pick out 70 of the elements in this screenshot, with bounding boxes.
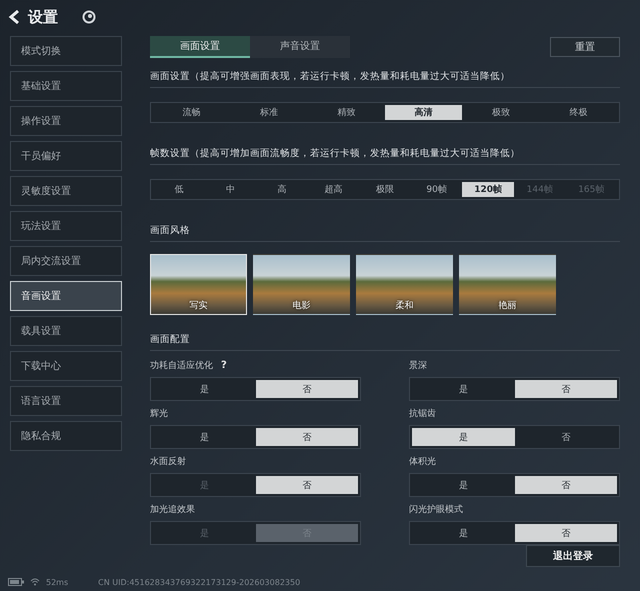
- frame-rate-option[interactable]: 高: [256, 182, 308, 197]
- toggle-option[interactable]: 否: [514, 476, 617, 494]
- quality-option[interactable]: 标准: [230, 105, 308, 120]
- sidebar-item[interactable]: 模式切换: [10, 36, 122, 66]
- toggle-option[interactable]: 是: [412, 476, 514, 494]
- tab[interactable]: 画面设置: [150, 36, 250, 58]
- sidebar-item[interactable]: 干员偏好: [10, 141, 122, 171]
- sidebar-item[interactable]: 灵敏度设置: [10, 176, 122, 206]
- logout-button[interactable]: 退出登录: [526, 545, 620, 567]
- section-title: 画面风格: [150, 218, 620, 242]
- style-thumbnail[interactable]: 电影: [253, 254, 350, 315]
- quality-option[interactable]: 高清: [384, 105, 462, 120]
- toggle-option[interactable]: 否: [514, 428, 617, 446]
- toggle-option[interactable]: 否: [514, 524, 617, 542]
- wifi-icon: [30, 578, 40, 586]
- setting-label: 加光追效果: [150, 504, 195, 516]
- style-label: 电影: [292, 300, 310, 312]
- sidebar-item[interactable]: 语言设置: [10, 386, 122, 416]
- sidebar-item[interactable]: 基础设置: [10, 71, 122, 101]
- help-icon[interactable]: ?: [221, 360, 227, 370]
- setting-label: 体积光: [409, 456, 436, 468]
- toggle-option[interactable]: 否: [256, 428, 358, 446]
- setting-label: 辉光: [150, 408, 168, 420]
- frame-rate-option[interactable]: 极限: [359, 182, 411, 197]
- frame-rate-option[interactable]: 低: [153, 182, 205, 197]
- sidebar-item[interactable]: 音画设置: [10, 281, 122, 311]
- toggle-option[interactable]: 是: [412, 380, 514, 398]
- ping-text: 52ms: [46, 578, 68, 586]
- toggle-option[interactable]: 是: [412, 428, 514, 446]
- emblem-icon: [82, 10, 96, 24]
- style-thumbnail[interactable]: 写实: [150, 254, 247, 315]
- setting-label: 景深: [409, 360, 427, 372]
- section-title: 画面设置（提高可增强画面表现，若运行卡顿，发热量和耗电量过大可适当降低）: [150, 64, 620, 88]
- sidebar-item[interactable]: 局内交流设置: [10, 246, 122, 276]
- style-thumbnail[interactable]: 柔和: [356, 254, 453, 315]
- setting-label: 功耗自适应优化: [150, 360, 213, 372]
- back-icon[interactable]: [8, 10, 20, 24]
- setting-label: 抗锯齿: [409, 408, 436, 420]
- uid-text: CN UID:451628343769322173129-202603082350: [98, 578, 300, 586]
- toggle-option[interactable]: 否: [256, 380, 358, 398]
- sidebar-item[interactable]: 下载中心: [10, 351, 122, 381]
- quality-option[interactable]: 流畅: [153, 105, 230, 120]
- sidebar-item[interactable]: 载具设置: [10, 316, 122, 346]
- toggle-option[interactable]: 是: [153, 380, 256, 398]
- setting-label: 闪光护眼模式: [409, 504, 463, 516]
- tab[interactable]: 声音设置: [250, 36, 350, 58]
- setting-label: 水面反射: [150, 456, 186, 468]
- page-title: 设置: [28, 8, 58, 26]
- sidebar-item[interactable]: 玩法设置: [10, 211, 122, 241]
- style-label: 柔和: [396, 300, 414, 312]
- style-label: 艳丽: [498, 300, 516, 312]
- frame-rate-option[interactable]: 中: [204, 182, 256, 197]
- battery-icon: [8, 578, 24, 586]
- sidebar-item[interactable]: 隐私合规: [10, 421, 122, 451]
- toggle-option[interactable]: 是: [412, 524, 514, 542]
- toggle-option[interactable]: 否: [514, 380, 617, 398]
- quality-option[interactable]: 终极: [540, 105, 617, 120]
- toggle-option[interactable]: 是: [153, 428, 256, 446]
- quality-option[interactable]: 极致: [462, 105, 540, 120]
- frame-rate-option[interactable]: 120帧: [462, 182, 514, 197]
- style-thumbnail[interactable]: 艳丽: [459, 254, 556, 315]
- frame-rate-option[interactable]: 90帧: [410, 182, 462, 197]
- quality-option[interactable]: 精致: [308, 105, 385, 120]
- section-title: 帧数设置（提高可增加画面流畅度，若运行卡顿，发热量和耗电量过大可适当降低）: [150, 141, 620, 165]
- reset-button[interactable]: 重置: [550, 37, 620, 57]
- frame-rate-option[interactable]: 超高: [308, 182, 360, 197]
- section-title: 画面配置: [150, 327, 620, 351]
- sidebar-item[interactable]: 操作设置: [10, 106, 122, 136]
- style-label: 写实: [190, 300, 208, 312]
- toggle-option[interactable]: 否: [256, 476, 358, 494]
